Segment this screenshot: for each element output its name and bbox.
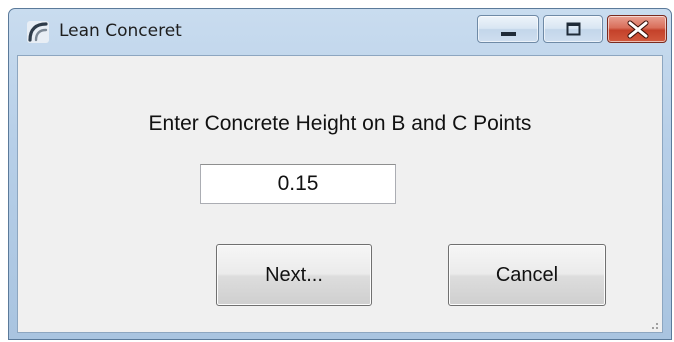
maximize-icon (566, 22, 581, 36)
close-icon (627, 20, 649, 39)
minimize-button[interactable] (477, 15, 539, 43)
height-input[interactable] (200, 164, 396, 204)
dialog-content: Enter Concrete Height on B and C Points … (17, 55, 663, 333)
maximize-button[interactable] (543, 15, 603, 43)
resize-grip-icon[interactable] (648, 318, 660, 330)
dialog-window: Lean Conceret Enter Concrete Height on B… (8, 8, 672, 340)
cancel-button[interactable]: Cancel (448, 244, 606, 306)
window-title: Lean Conceret (59, 21, 182, 41)
app-curve-icon (27, 21, 49, 43)
title-bar[interactable]: Lean Conceret (9, 9, 671, 55)
prompt-label: Enter Concrete Height on B and C Points (148, 112, 532, 135)
close-button[interactable] (607, 15, 667, 43)
next-button[interactable]: Next... (216, 244, 372, 306)
minimize-icon (501, 32, 516, 36)
